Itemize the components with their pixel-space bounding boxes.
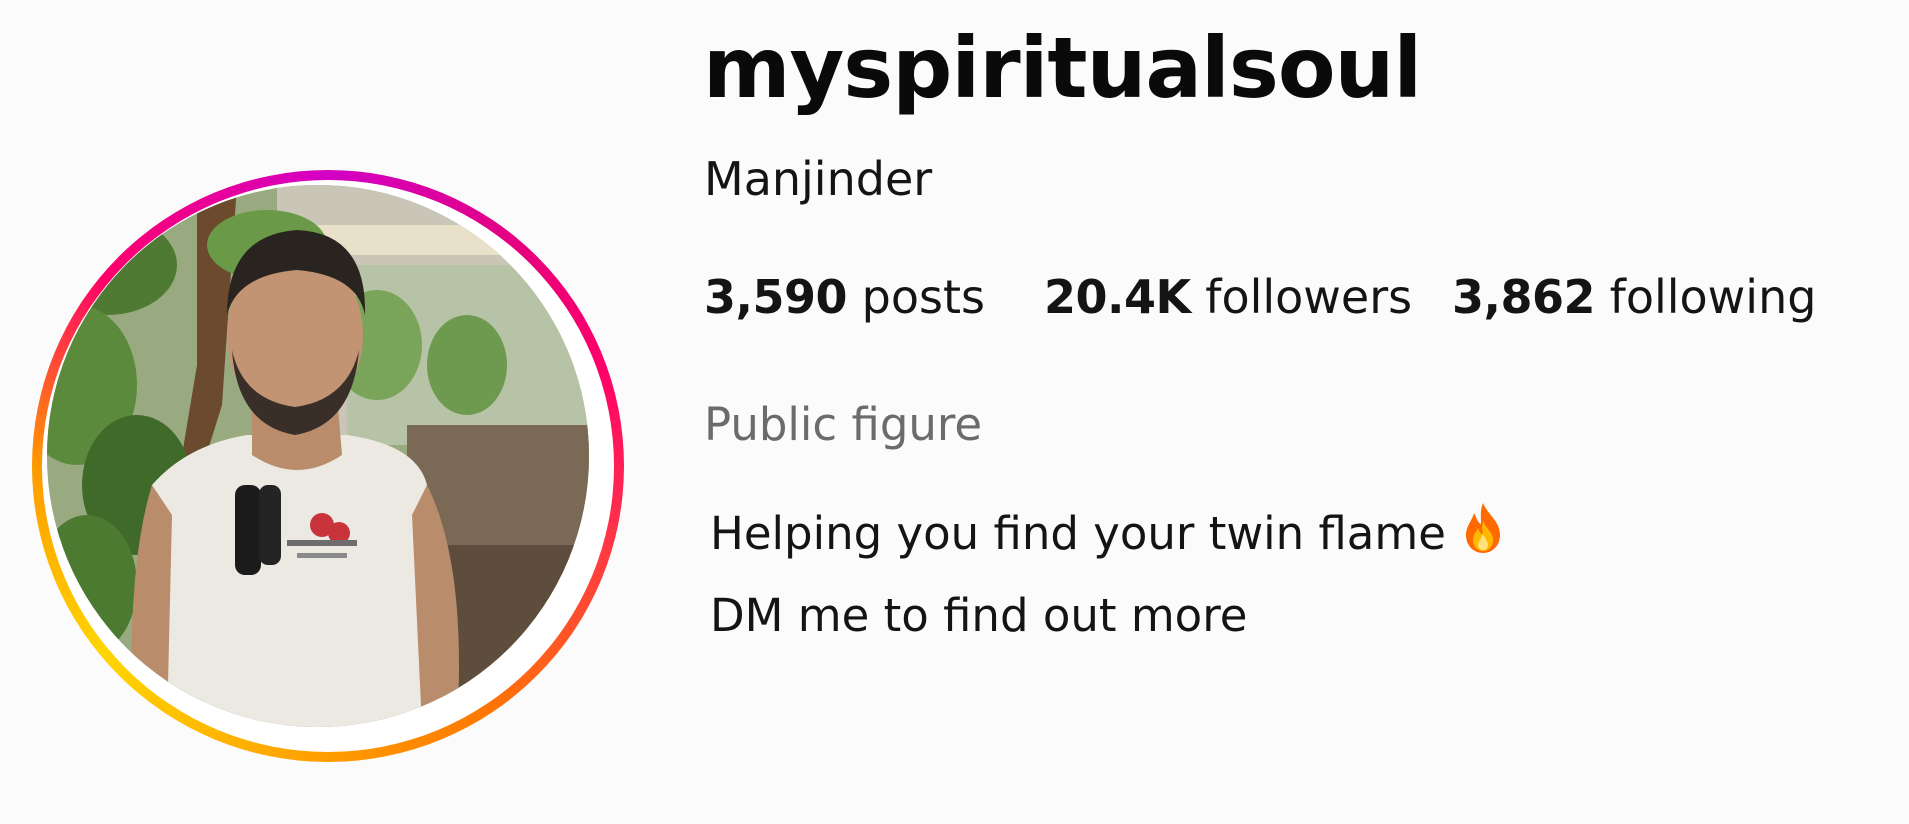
avatar-story-ring[interactable] xyxy=(32,170,624,762)
posts-count-value: 3,590 xyxy=(704,270,848,324)
following-count-label: following xyxy=(1609,270,1817,324)
fire-icon xyxy=(1460,501,1506,578)
following-count-value: 3,862 xyxy=(1452,270,1596,324)
followers-count-value: 20.4K xyxy=(1044,270,1191,324)
posts-count-label: posts xyxy=(861,270,985,324)
username: myspiritualsoul xyxy=(703,19,1422,117)
posts-count[interactable]: 3,590 posts xyxy=(704,270,985,330)
bio-line-2: DM me to find out more xyxy=(710,589,1248,642)
followers-count-label: followers xyxy=(1205,270,1413,324)
profile-category: Public figure xyxy=(704,398,983,451)
profile-photo xyxy=(47,185,589,727)
followers-link[interactable]: 20.4K followers xyxy=(1044,270,1412,330)
bio: Helping you find your twin flame DM me t… xyxy=(710,496,1506,654)
following-link[interactable]: 3,862 following xyxy=(1452,270,1816,330)
full-name: Manjinder xyxy=(704,152,933,206)
bio-line-1-text: Helping you find your twin flame xyxy=(710,507,1446,560)
avatar[interactable] xyxy=(47,185,589,727)
profile-header: myspiritualsoul Manjinder 3,590 posts 20… xyxy=(0,0,1909,824)
bio-line-1: Helping you find your twin flame xyxy=(710,496,1506,578)
